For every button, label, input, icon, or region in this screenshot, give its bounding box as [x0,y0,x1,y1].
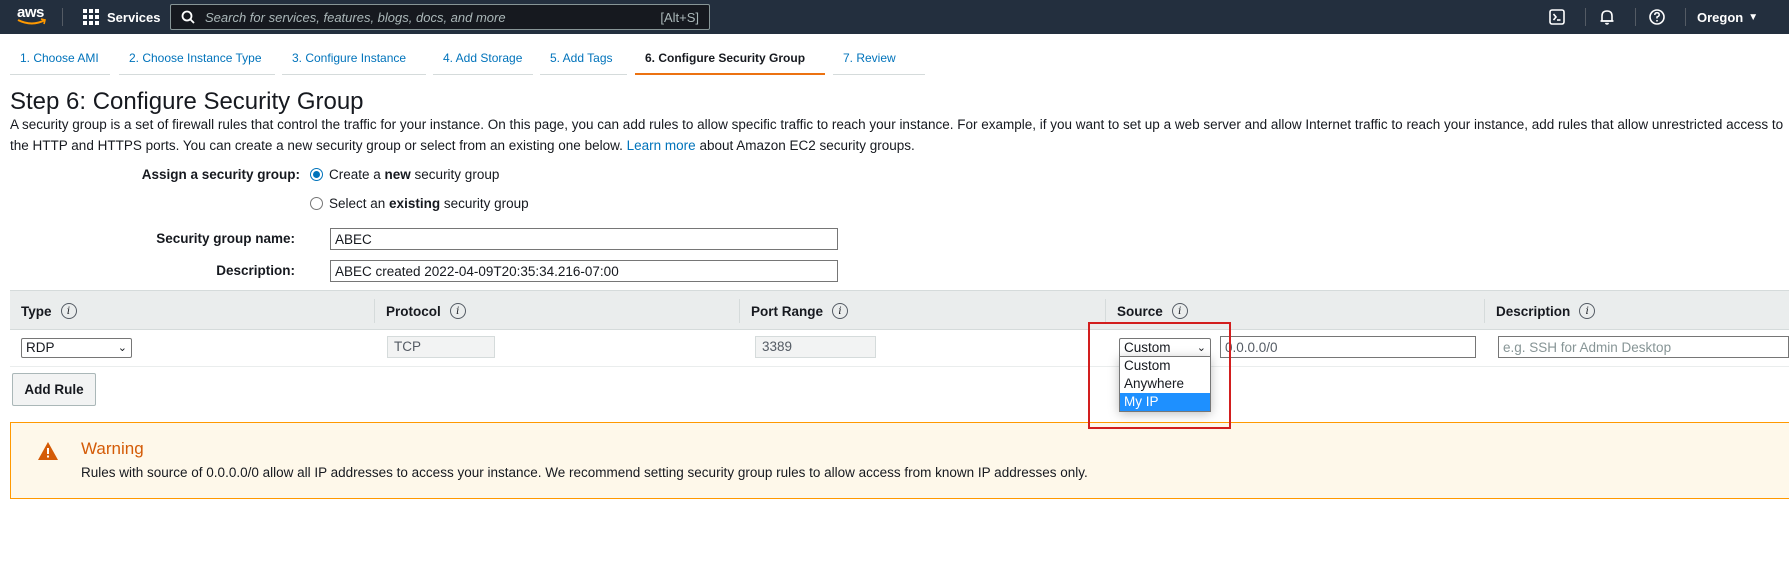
col-header-protocol: Protocol i [375,291,466,331]
search-box[interactable]: [Alt+S] [170,4,710,30]
col-header-type: Type i [10,291,77,331]
search-icon [181,10,195,24]
port-range-field: 3389 [755,336,876,358]
wizard-step-add-storage[interactable]: 4. Add Storage [433,42,533,75]
bell-icon[interactable] [1598,8,1616,26]
region-selector[interactable]: Oregon ▼ [1697,0,1758,34]
info-icon[interactable]: i [832,303,849,319]
wizard-step-add-tags[interactable]: 5. Add Tags [540,42,627,75]
nav-separator [62,8,63,26]
cloudshell-icon[interactable] [1548,8,1566,26]
wizard-step-choose-ami[interactable]: 1. Choose AMI [10,42,110,75]
rule-description-input[interactable] [1498,336,1789,358]
radio-checked-icon[interactable] [310,168,323,181]
col-header-source: Source i [1106,291,1188,331]
chevron-down-icon: ⌄ [1196,342,1206,354]
dropdown-option-my-ip[interactable]: My IP [1120,393,1210,411]
chevron-down-icon: ⌄ [117,342,127,354]
radio-select-existing-label: Select an existing security group [329,196,529,211]
source-dropdown-list: Custom Anywhere My IP [1119,356,1211,412]
description-input[interactable] [330,260,838,282]
radio-unchecked-icon[interactable] [310,197,323,210]
nav-divider [1635,8,1636,26]
search-shortcut-hint: [Alt+S] [660,9,699,25]
top-nav: aws Services [Alt+S] Oregon ▼ [0,0,1789,34]
region-label: Oregon [1697,9,1744,25]
wizard-step-review[interactable]: 7. Review [833,42,925,75]
info-icon[interactable]: i [1171,303,1188,319]
rules-table-header: Type i Protocol i Port Range i Source i Desc… [10,290,1789,330]
help-icon[interactable] [1648,8,1666,26]
radio-create-new[interactable]: Create a new security group [310,167,499,182]
dropdown-option-anywhere[interactable]: Anywhere [1120,375,1210,393]
wizard-step-choose-instance-type[interactable]: 2. Choose Instance Type [119,42,275,75]
grid-icon [83,9,99,25]
col-header-description: Description i [1485,291,1596,331]
source-cidr-input[interactable] [1220,336,1476,358]
protocol-field: TCP [387,336,495,358]
intro-line-3: about Amazon EC2 security groups. [699,138,915,153]
info-icon[interactable]: i [60,303,77,319]
wizard-step-configure-instance[interactable]: 3. Configure Instance [282,42,426,75]
type-select-value: RDP [26,340,55,355]
nav-divider [1685,8,1686,26]
warning-body: Rules with source of 0.0.0.0/0 allow all… [81,465,1088,480]
intro-text: A security group is a set of firewall ru… [10,114,1789,156]
col-header-port-range: Port Range i [740,291,849,331]
dropdown-option-custom[interactable]: Custom [1120,357,1210,375]
source-select-value: Custom [1124,340,1171,355]
search-input[interactable] [205,9,661,25]
learn-more-link[interactable]: Learn more [627,138,696,153]
radio-select-existing[interactable]: Select an existing security group [310,196,529,211]
aws-logo[interactable]: aws [17,4,49,28]
source-select[interactable]: Custom ⌄ [1119,338,1211,358]
warning-alert: Warning Rules with source of 0.0.0.0/0 a… [10,422,1789,499]
nav-divider [1585,8,1586,26]
services-menu-button[interactable]: Services [83,0,161,34]
type-select[interactable]: RDP ⌄ [21,338,132,358]
description-label: Description: [216,263,295,278]
info-icon[interactable]: i [449,303,466,319]
wizard-step-configure-security-group[interactable]: 6. Configure Security Group [635,42,825,75]
security-group-name-input[interactable] [330,228,838,250]
services-label: Services [107,9,161,25]
intro-line-2: HTTP and HTTPS ports. You can create a n… [32,138,623,153]
warning-icon [38,442,58,460]
radio-create-new-label: Create a new security group [329,167,500,182]
page-title: Step 6: Configure Security Group [10,88,364,115]
warning-title: Warning [81,439,144,458]
security-group-name-label: Security group name: [156,231,295,246]
add-rule-button[interactable]: Add Rule [12,373,96,406]
assign-group-label: Assign a security group: [141,167,300,182]
rule-row: RDP ⌄ TCP 3389 Custom ⌄ [10,330,1789,367]
caret-down-icon: ▼ [1748,11,1759,23]
info-icon[interactable]: i [1579,303,1596,319]
